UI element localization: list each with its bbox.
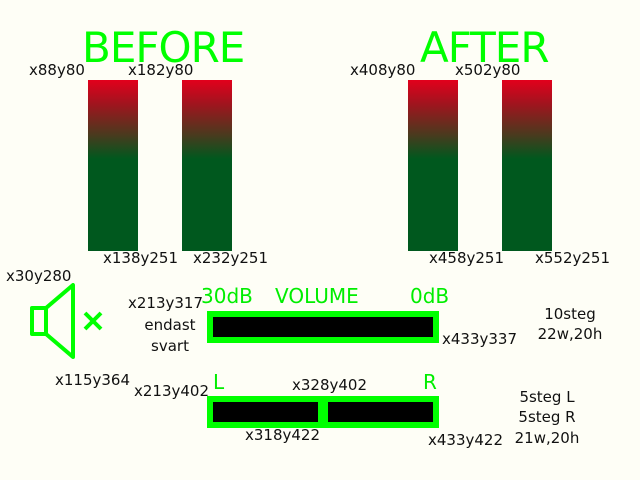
coord-label: x213y402 <box>134 382 210 400</box>
coord-label: x318y422 <box>245 426 321 444</box>
volume-track <box>213 317 433 337</box>
coord-label: x328y402 <box>292 376 368 394</box>
volume-slider[interactable] <box>207 311 439 343</box>
balance-right-track <box>328 402 433 422</box>
info-label: 10steg <box>544 305 596 323</box>
coord-label: x138y251 <box>103 249 179 267</box>
volume-title: VOLUME <box>275 284 359 308</box>
balance-left-track <box>213 402 318 422</box>
coord-label: x182y80 <box>128 61 194 79</box>
note-label: svart <box>151 337 189 355</box>
coord-label: x458y251 <box>429 249 505 267</box>
after-left-bar <box>408 80 458 251</box>
coord-label: x88y80 <box>29 61 85 79</box>
speaker-muted-icon[interactable] <box>28 283 108 363</box>
coord-label: x502y80 <box>455 61 521 79</box>
before-right-bar <box>182 80 232 251</box>
volume-min-label: 30dB <box>201 284 253 308</box>
balance-right-label: R <box>423 370 437 394</box>
coord-label: x408y80 <box>350 61 416 79</box>
before-left-bar <box>88 80 138 251</box>
info-label: 5steg L <box>519 388 575 406</box>
info-label: 5steg R <box>518 408 576 426</box>
coord-label: x552y251 <box>535 249 611 267</box>
coord-label: x232y251 <box>193 249 269 267</box>
volume-max-label: 0dB <box>410 284 450 308</box>
coord-label: x433y422 <box>428 431 504 449</box>
info-label: 22w,20h <box>537 325 603 343</box>
balance-left-label: L <box>213 370 225 394</box>
coord-label: x115y364 <box>55 371 131 389</box>
coord-label: x213y317 <box>128 294 204 312</box>
balance-slider[interactable] <box>207 396 439 428</box>
note-label: endast <box>144 316 196 334</box>
after-right-bar <box>502 80 552 251</box>
coord-label: x433y337 <box>442 330 518 348</box>
info-label: 21w,20h <box>514 429 580 447</box>
